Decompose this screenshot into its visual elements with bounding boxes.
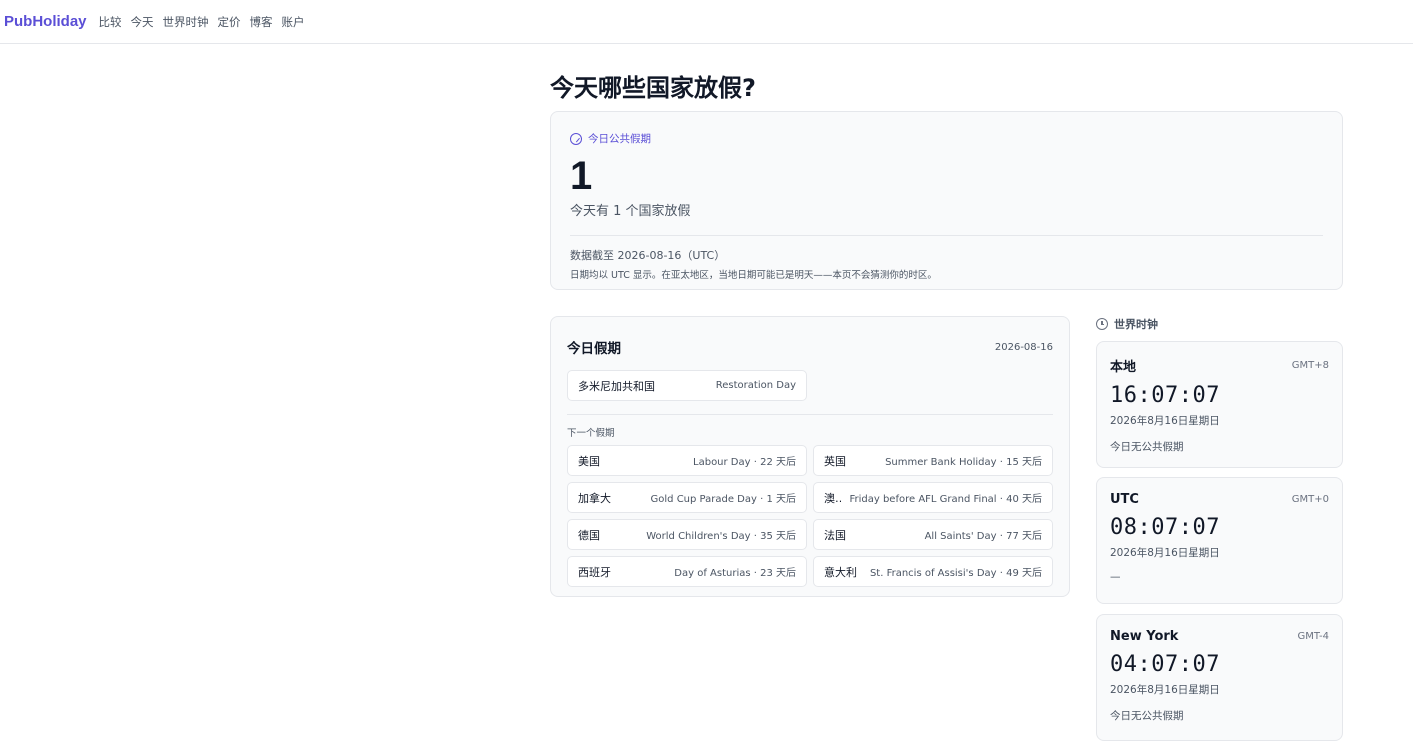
today-holidays-date: 2026-08-16 [994, 341, 1053, 353]
holiday-info: St. Francis of Assisi's Day · 49 天后 [869, 568, 1042, 579]
holiday-info: Labour Day · 22 天后 [693, 457, 796, 468]
holiday-name: Restoration Day [715, 380, 796, 391]
nav-link-today[interactable]: 今天 [131, 14, 154, 30]
next-holiday-item[interactable]: 意大利 St. Francis of Assisi's Day · 49 天后 [813, 556, 1053, 587]
country-name: 英国 [824, 454, 846, 468]
clock-date: 2026年8月16日星期日 [1110, 415, 1220, 427]
next-holiday-item[interactable]: 美国 Labour Day · 22 天后 [567, 445, 807, 476]
clock-date: 2026年8月16日星期日 [1110, 684, 1220, 696]
top-nav: PubHoliday 比较 今天 世界时钟 定价 博客 账户 [0, 0, 1413, 44]
world-clock-header: 世界时钟 [1096, 316, 1158, 332]
holiday-info: Day of Asturias · 23 天后 [674, 568, 796, 579]
holiday-info: World Children's Day · 35 天后 [646, 531, 796, 542]
holiday-info: All Saints' Day · 77 天后 [924, 531, 1042, 542]
next-holidays-grid: 美国 Labour Day · 22 天后 英国 Summer Bank Hol… [567, 445, 1053, 587]
clock-holiday-status: — [1110, 571, 1121, 583]
clock-holiday-status: 今日无公共假期 [1110, 441, 1184, 453]
clock-card-utc[interactable]: UTC GMT+0 08:07:07 2026年8月16日星期日 — [1096, 477, 1343, 604]
next-holidays-label: 下一个假期 [567, 428, 615, 439]
clock-timezone: GMT+0 [1291, 494, 1329, 505]
next-holiday-item[interactable]: 西班牙 Day of Asturias · 23 天后 [567, 556, 807, 587]
clock-time: 16:07:07 [1110, 383, 1220, 408]
clock-city: UTC [1110, 492, 1139, 507]
country-name: 加拿大 [578, 491, 611, 505]
country-name: 澳大利亚 [824, 491, 841, 505]
holiday-count-text: 今天有 1 个国家放假 [570, 204, 691, 219]
holiday-info: Gold Cup Parade Day · 1 天后 [650, 494, 796, 505]
clock-city: 本地 [1110, 360, 1137, 375]
holiday-info: Summer Bank Holiday · 15 天后 [885, 457, 1042, 468]
divider [570, 235, 1323, 236]
country-name: 多米尼加共和国 [578, 379, 655, 393]
holiday-info: Friday before AFL Grand Final · 40 天后 [849, 494, 1042, 505]
holiday-count: 1 [570, 154, 593, 198]
country-name: 西班牙 [578, 565, 611, 579]
country-name: 德国 [578, 528, 600, 542]
nav-link-world-clock[interactable]: 世界时钟 [163, 14, 209, 30]
today-holidays-title: 今日假期 [567, 341, 621, 357]
summary-pill-label: 今日公共假期 [588, 133, 651, 145]
divider [567, 414, 1053, 415]
clock-timezone: GMT-4 [1297, 631, 1329, 642]
nav-link-blog[interactable]: 博客 [250, 14, 273, 30]
clock-time: 04:07:07 [1110, 652, 1220, 677]
clock-time: 08:07:07 [1110, 515, 1220, 540]
nav-link-compare[interactable]: 比较 [99, 14, 122, 30]
next-holiday-item[interactable]: 澳大利亚 Friday before AFL Grand Final · 40 … [813, 482, 1053, 513]
summary-card: 今日公共假期 1 今天有 1 个国家放假 数据截至 2026-08-16（UTC… [550, 111, 1343, 290]
clock-timezone: GMT+8 [1291, 360, 1329, 371]
country-name: 意大利 [824, 565, 857, 579]
summary-pill: 今日公共假期 [570, 131, 1323, 146]
today-holiday-item[interactable]: 多米尼加共和国 Restoration Day [567, 370, 807, 401]
clock-icon [1096, 318, 1108, 330]
nav-link-account[interactable]: 账户 [282, 14, 305, 30]
globe-icon [570, 132, 582, 145]
page-title: 今天哪些国家放假? [550, 74, 756, 102]
clock-card-local[interactable]: 本地 GMT+8 16:07:07 2026年8月16日星期日 今日无公共假期 [1096, 341, 1343, 468]
brand-logo[interactable]: PubHoliday [4, 13, 87, 30]
clock-holiday-status: 今日无公共假期 [1110, 710, 1184, 722]
clock-card-new-york[interactable]: New York GMT-4 04:07:07 2026年8月16日星期日 今日… [1096, 614, 1343, 741]
country-name: 美国 [578, 454, 600, 468]
nav-link-pricing[interactable]: 定价 [218, 14, 241, 30]
clock-date: 2026年8月16日星期日 [1110, 547, 1220, 559]
timezone-note: 日期均以 UTC 显示。在亚太地区，当地日期可能已是明天——本页不会猜测你的时区… [570, 270, 937, 281]
next-holiday-item[interactable]: 英国 Summer Bank Holiday · 15 天后 [813, 445, 1053, 476]
country-name: 法国 [824, 528, 846, 542]
today-holidays-card: 今日假期 2026-08-16 多米尼加共和国 Restoration Day … [550, 316, 1070, 597]
next-holiday-item[interactable]: 法国 All Saints' Day · 77 天后 [813, 519, 1053, 550]
data-as-of: 数据截至 2026-08-16（UTC） [570, 249, 726, 262]
clock-city: New York [1110, 629, 1179, 644]
next-holiday-item[interactable]: 德国 World Children's Day · 35 天后 [567, 519, 807, 550]
world-clock-label: 世界时钟 [1114, 318, 1158, 331]
next-holiday-item[interactable]: 加拿大 Gold Cup Parade Day · 1 天后 [567, 482, 807, 513]
